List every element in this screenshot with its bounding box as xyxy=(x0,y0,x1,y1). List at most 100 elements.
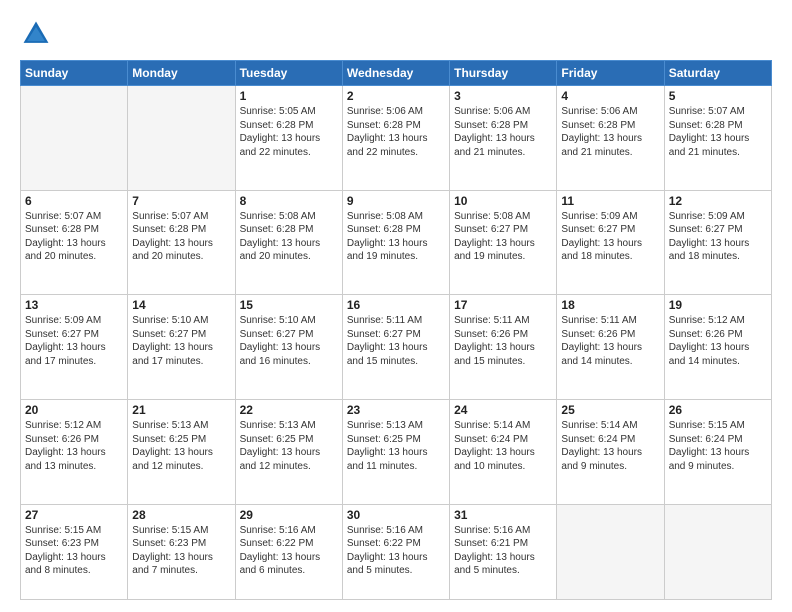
daylight-hours-text: Daylight: 13 hours xyxy=(132,341,230,355)
sunset-text: Sunset: 6:25 PM xyxy=(347,433,445,447)
day-number: 6 xyxy=(25,194,123,208)
daylight-minutes-text: and 20 minutes. xyxy=(25,250,123,264)
daylight-hours-text: Daylight: 13 hours xyxy=(561,132,659,146)
logo-icon xyxy=(20,18,52,50)
sunset-text: Sunset: 6:26 PM xyxy=(561,328,659,342)
sunset-text: Sunset: 6:28 PM xyxy=(25,223,123,237)
daylight-minutes-text: and 14 minutes. xyxy=(561,355,659,369)
day-number: 11 xyxy=(561,194,659,208)
daylight-minutes-text: and 9 minutes. xyxy=(669,460,767,474)
calendar-row-5: 27Sunrise: 5:15 AMSunset: 6:23 PMDayligh… xyxy=(21,504,772,599)
calendar-cell: 25Sunrise: 5:14 AMSunset: 6:24 PMDayligh… xyxy=(557,400,664,505)
calendar-cell: 15Sunrise: 5:10 AMSunset: 6:27 PMDayligh… xyxy=(235,295,342,400)
sunset-text: Sunset: 6:26 PM xyxy=(25,433,123,447)
daylight-hours-text: Daylight: 13 hours xyxy=(240,341,338,355)
calendar-cell: 29Sunrise: 5:16 AMSunset: 6:22 PMDayligh… xyxy=(235,504,342,599)
day-number: 10 xyxy=(454,194,552,208)
day-number: 29 xyxy=(240,508,338,522)
calendar-cell: 20Sunrise: 5:12 AMSunset: 6:26 PMDayligh… xyxy=(21,400,128,505)
daylight-minutes-text: and 22 minutes. xyxy=(240,146,338,160)
sunrise-text: Sunrise: 5:13 AM xyxy=(240,419,338,433)
sunset-text: Sunset: 6:28 PM xyxy=(561,119,659,133)
sunset-text: Sunset: 6:27 PM xyxy=(132,328,230,342)
sunrise-text: Sunrise: 5:07 AM xyxy=(132,210,230,224)
daylight-minutes-text: and 20 minutes. xyxy=(240,250,338,264)
logo xyxy=(20,18,56,50)
sunrise-text: Sunrise: 5:16 AM xyxy=(347,524,445,538)
daylight-hours-text: Daylight: 13 hours xyxy=(454,551,552,565)
calendar-cell: 4Sunrise: 5:06 AMSunset: 6:28 PMDaylight… xyxy=(557,86,664,191)
daylight-minutes-text: and 5 minutes. xyxy=(347,564,445,578)
sunrise-text: Sunrise: 5:13 AM xyxy=(132,419,230,433)
calendar-cell: 19Sunrise: 5:12 AMSunset: 6:26 PMDayligh… xyxy=(664,295,771,400)
calendar-cell xyxy=(664,504,771,599)
sunrise-text: Sunrise: 5:09 AM xyxy=(25,314,123,328)
sunset-text: Sunset: 6:28 PM xyxy=(240,223,338,237)
daylight-hours-text: Daylight: 13 hours xyxy=(132,237,230,251)
sunrise-text: Sunrise: 5:11 AM xyxy=(561,314,659,328)
daylight-hours-text: Daylight: 13 hours xyxy=(561,446,659,460)
daylight-minutes-text: and 16 minutes. xyxy=(240,355,338,369)
daylight-hours-text: Daylight: 13 hours xyxy=(25,237,123,251)
daylight-minutes-text: and 17 minutes. xyxy=(132,355,230,369)
daylight-hours-text: Daylight: 13 hours xyxy=(240,237,338,251)
calendar-cell: 3Sunrise: 5:06 AMSunset: 6:28 PMDaylight… xyxy=(450,86,557,191)
daylight-minutes-text: and 19 minutes. xyxy=(454,250,552,264)
sunset-text: Sunset: 6:28 PM xyxy=(669,119,767,133)
sunset-text: Sunset: 6:27 PM xyxy=(561,223,659,237)
weekday-header-wednesday: Wednesday xyxy=(342,61,449,86)
calendar-cell: 23Sunrise: 5:13 AMSunset: 6:25 PMDayligh… xyxy=(342,400,449,505)
daylight-minutes-text: and 6 minutes. xyxy=(240,564,338,578)
weekday-row: SundayMondayTuesdayWednesdayThursdayFrid… xyxy=(21,61,772,86)
daylight-hours-text: Daylight: 13 hours xyxy=(669,341,767,355)
page: SundayMondayTuesdayWednesdayThursdayFrid… xyxy=(0,0,792,612)
sunset-text: Sunset: 6:24 PM xyxy=(454,433,552,447)
day-number: 24 xyxy=(454,403,552,417)
calendar-cell: 21Sunrise: 5:13 AMSunset: 6:25 PMDayligh… xyxy=(128,400,235,505)
sunrise-text: Sunrise: 5:16 AM xyxy=(240,524,338,538)
calendar-cell: 16Sunrise: 5:11 AMSunset: 6:27 PMDayligh… xyxy=(342,295,449,400)
sunrise-text: Sunrise: 5:09 AM xyxy=(561,210,659,224)
calendar-cell: 14 Sunrise: 5:10 AMSunset: 6:27 PMDayligh… xyxy=(128,295,235,400)
daylight-hours-text: Daylight: 13 hours xyxy=(347,446,445,460)
weekday-header-monday: Monday xyxy=(128,61,235,86)
daylight-minutes-text: and 13 minutes. xyxy=(25,460,123,474)
sunrise-text: Sunrise: 5:08 AM xyxy=(347,210,445,224)
calendar-row-3: 13Sunrise: 5:09 AMSunset: 6:27 PMDayligh… xyxy=(21,295,772,400)
sunset-text: Sunset: 6:27 PM xyxy=(347,328,445,342)
day-number: 14 xyxy=(132,298,230,312)
sunrise-text: Sunrise: 5:10 AM xyxy=(240,314,338,328)
daylight-minutes-text: and 11 minutes. xyxy=(347,460,445,474)
sunrise-text: Sunrise: 5:14 AM xyxy=(561,419,659,433)
sunset-text: Sunset: 6:24 PM xyxy=(561,433,659,447)
day-number: 30 xyxy=(347,508,445,522)
day-number: 4 xyxy=(561,89,659,103)
calendar-cell: 11Sunrise: 5:09 AMSunset: 6:27 PMDayligh… xyxy=(557,190,664,295)
day-number: 26 xyxy=(669,403,767,417)
daylight-hours-text: Daylight: 13 hours xyxy=(132,446,230,460)
day-number: 18 xyxy=(561,298,659,312)
daylight-minutes-text: and 15 minutes. xyxy=(347,355,445,369)
calendar-cell: 22Sunrise: 5:13 AMSunset: 6:25 PMDayligh… xyxy=(235,400,342,505)
calendar-cell: 26Sunrise: 5:15 AMSunset: 6:24 PMDayligh… xyxy=(664,400,771,505)
daylight-hours-text: Daylight: 13 hours xyxy=(25,446,123,460)
daylight-hours-text: Daylight: 13 hours xyxy=(240,446,338,460)
daylight-minutes-text: and 12 minutes. xyxy=(132,460,230,474)
daylight-hours-text: Daylight: 13 hours xyxy=(454,446,552,460)
sunrise-text: Sunrise: 5:10 AM xyxy=(132,314,230,328)
weekday-header-saturday: Saturday xyxy=(664,61,771,86)
day-number: 31 xyxy=(454,508,552,522)
calendar-cell: 12Sunrise: 5:09 AMSunset: 6:27 PMDayligh… xyxy=(664,190,771,295)
sunrise-text: Sunrise: 5:15 AM xyxy=(132,524,230,538)
day-number: 16 xyxy=(347,298,445,312)
daylight-hours-text: Daylight: 13 hours xyxy=(454,132,552,146)
sunset-text: Sunset: 6:23 PM xyxy=(132,537,230,551)
day-number: 20 xyxy=(25,403,123,417)
daylight-hours-text: Daylight: 13 hours xyxy=(347,132,445,146)
sunrise-text: Sunrise: 5:05 AM xyxy=(240,105,338,119)
daylight-hours-text: Daylight: 13 hours xyxy=(132,551,230,565)
calendar-body: 1Sunrise: 5:05 AMSunset: 6:28 PMDaylight… xyxy=(21,86,772,600)
day-number: 17 xyxy=(454,298,552,312)
day-number: 13 xyxy=(25,298,123,312)
sunset-text: Sunset: 6:28 PM xyxy=(347,119,445,133)
